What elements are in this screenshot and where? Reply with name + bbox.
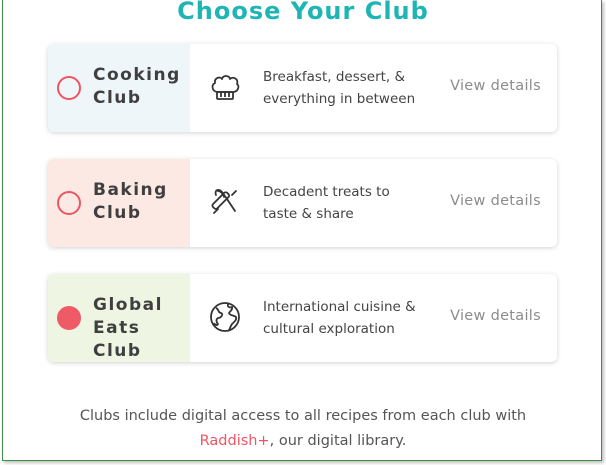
view-details-link-cooking[interactable]: View details (450, 78, 541, 94)
club-card-baking[interactable]: Baking Club Decadent treats to taste & s… (48, 159, 557, 247)
club-name-line: Club (93, 88, 142, 108)
footer-note: Clubs include digital access to all reci… (0, 404, 606, 454)
club-card-cooking[interactable]: Cooking Club Breakfast, dessert, & every… (48, 44, 557, 132)
footer-line-2: Raddish+, our digital library. (0, 429, 606, 454)
description-line: taste & share (263, 206, 354, 222)
raddish-plus-link[interactable]: Raddish+ (200, 433, 270, 449)
radio-cooking-club[interactable] (57, 76, 81, 100)
description-line: International cuisine & (263, 299, 416, 315)
description-line: Breakfast, dessert, & (263, 69, 406, 85)
description-line: cultural exploration (263, 321, 395, 337)
club-description-baking: Decadent treats to taste & share (263, 181, 443, 225)
club-name-line: Club (93, 203, 142, 223)
club-name-cooking: Cooking Club (93, 64, 193, 110)
club-name-line: Baking (93, 180, 168, 200)
club-name-line: Global (93, 295, 163, 315)
view-details-link-baking[interactable]: View details (450, 193, 541, 209)
page-title: Choose Your Club (177, 0, 429, 25)
club-description-global-eats: International cuisine & cultural explora… (263, 296, 443, 340)
club-card-global-eats[interactable]: Global Eats Club International cuisine &… (48, 274, 557, 362)
footer-text-end: , our digital library. (269, 433, 407, 449)
description-line: Decadent treats to (263, 184, 390, 200)
club-description-cooking: Breakfast, dessert, & everything in betw… (263, 66, 443, 110)
chef-hat-icon (208, 70, 242, 104)
club-name-global-eats: Global Eats Club (93, 294, 193, 362)
club-name-line: Cooking (93, 65, 181, 85)
whisk-rolling-pin-icon (208, 185, 242, 219)
radio-baking-club[interactable] (57, 191, 81, 215)
view-details-link-global-eats[interactable]: View details (450, 308, 541, 324)
globe-icon (208, 300, 242, 334)
footer-text: Clubs include digital access to all reci… (79, 408, 527, 424)
radio-global-eats-club[interactable] (57, 306, 81, 330)
description-line: everything in between (263, 91, 416, 107)
club-name-line: Eats Club (93, 318, 142, 361)
club-name-baking: Baking Club (93, 179, 193, 225)
